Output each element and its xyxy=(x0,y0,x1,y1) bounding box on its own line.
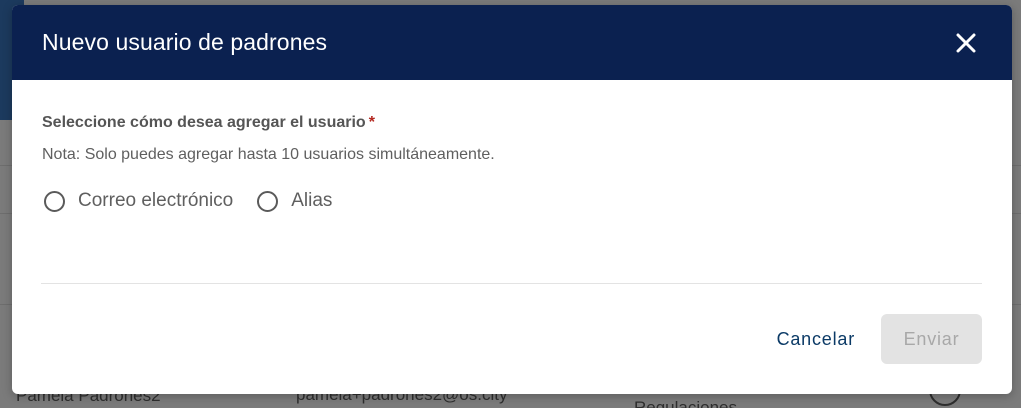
background-row-role: Regulaciones xyxy=(634,398,738,408)
radio-button-alias[interactable] xyxy=(257,190,279,212)
dialog-title: Nuevo usuario de padrones xyxy=(42,29,328,55)
required-marker: * xyxy=(368,114,375,131)
close-button[interactable] xyxy=(953,30,979,56)
add-method-radio-group: Correo electrónico Alias xyxy=(42,190,982,212)
radio-label-email: Correo electrónico xyxy=(78,190,234,211)
close-icon xyxy=(956,33,976,52)
dialog-body: Seleccione cómo desea agregar el usuario… xyxy=(12,80,1012,212)
limit-note: Nota: Solo puedes agregar hasta 10 usuar… xyxy=(42,146,495,163)
cancel-button[interactable]: Cancelar xyxy=(777,329,855,350)
radio-option-email[interactable]: Correo electrónico xyxy=(42,190,233,212)
radio-button-email[interactable] xyxy=(44,190,65,212)
submit-button[interactable]: Enviar xyxy=(881,314,982,364)
radio-option-alias[interactable]: Alias xyxy=(255,190,332,212)
field-label-text: Seleccione cómo desea agregar el usuario xyxy=(42,114,366,131)
field-label: Seleccione cómo desea agregar el usuario… xyxy=(42,114,982,132)
radio-label-alias: Alias xyxy=(291,190,333,211)
new-user-dialog: Nuevo usuario de padrones Seleccione cóm… xyxy=(12,5,1012,394)
footer-divider xyxy=(41,283,982,284)
dialog-header: Nuevo usuario de padrones xyxy=(12,5,1012,80)
dialog-footer: Cancelar Enviar xyxy=(777,314,982,364)
